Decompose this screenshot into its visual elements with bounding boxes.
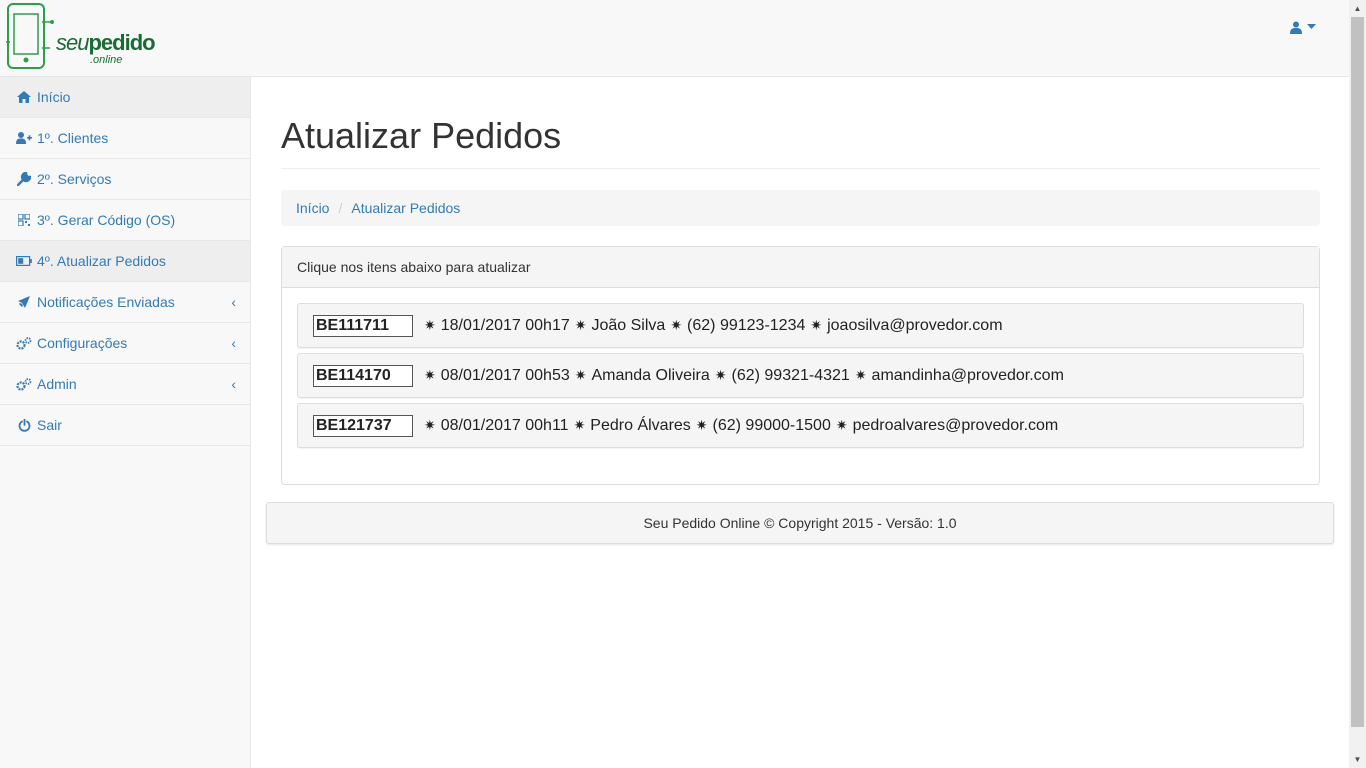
gears-icon: [16, 377, 32, 391]
brand-logo-text: seupedido: [56, 30, 156, 56]
asterisk-icon: ✷: [424, 367, 436, 383]
order-item[interactable]: BE111711 ✷ 18/01/2017 00h17 ✷ João Silva…: [297, 303, 1304, 348]
order-datetime: 08/01/2017 00h53: [440, 366, 570, 384]
order-item[interactable]: BE114170 ✷ 08/01/2017 00h53 ✷ Amanda Oli…: [297, 353, 1304, 398]
vertical-scrollbar[interactable]: ▲ ▼: [1349, 0, 1366, 768]
plane-icon: [16, 295, 32, 309]
sidebar-item-label: Sair: [37, 417, 62, 433]
sidebar: Início 1º. Clientes 2º. Serviços 3º. Ger…: [0, 77, 251, 768]
sidebar-item-label: Admin: [37, 376, 77, 392]
asterisk-icon: ✷: [574, 317, 587, 333]
asterisk-icon: ✷: [424, 317, 436, 333]
sidebar-item-clientes[interactable]: 1º. Clientes: [0, 118, 250, 159]
power-icon: [16, 418, 32, 432]
brand-logo-sub: .online: [90, 54, 123, 66]
order-phone: (62) 99321-4321: [731, 366, 850, 384]
sidebar-item-gerar-codigo[interactable]: 3º. Gerar Código (OS): [0, 200, 250, 241]
asterisk-icon: ✷: [835, 417, 848, 433]
order-customer-name: Pedro Álvares: [590, 416, 691, 434]
order-code: BE121737: [313, 414, 413, 437]
sidebar-item-inicio[interactable]: Início: [0, 77, 250, 118]
order-email: amandinha@provedor.com: [871, 366, 1064, 384]
sidebar-item-notificacoes[interactable]: Notificações Enviadas ‹: [0, 282, 250, 323]
sidebar-item-label: 1º. Clientes: [37, 130, 109, 146]
sidebar-item-label: 2º. Serviços: [37, 171, 112, 187]
chevron-left-icon: ‹: [231, 294, 236, 310]
order-phone: (62) 99123-1234: [687, 316, 806, 334]
page-title: Atualizar Pedidos: [281, 115, 1320, 169]
breadcrumb-current-link[interactable]: Atualizar Pedidos: [351, 200, 460, 216]
sidebar-item-label: 4º. Atualizar Pedidos: [37, 253, 166, 269]
sidebar-item-sair[interactable]: Sair: [0, 405, 250, 446]
order-phone: (62) 99000-1500: [712, 416, 831, 434]
gears-icon: [16, 336, 32, 350]
breadcrumb-home-link[interactable]: Início: [296, 200, 329, 216]
user-plus-icon: [16, 131, 32, 145]
order-customer-name: Amanda Oliveira: [591, 366, 710, 384]
sidebar-item-atualizar-pedidos[interactable]: 4º. Atualizar Pedidos: [0, 241, 250, 282]
order-email: pedroalvares@provedor.com: [852, 416, 1059, 434]
sidebar-item-label: Início: [37, 89, 71, 105]
asterisk-icon: ✷: [573, 417, 586, 433]
scroll-down-arrow-icon[interactable]: ▼: [1349, 751, 1366, 768]
footer: Seu Pedido Online © Copyright 2015 - Ver…: [266, 502, 1334, 544]
sidebar-item-label: Configurações: [37, 335, 128, 351]
order-item[interactable]: BE121737 ✷ 08/01/2017 00h11 ✷ Pedro Álva…: [297, 403, 1304, 448]
asterisk-icon: ✷: [695, 417, 708, 433]
battery-icon: [16, 254, 32, 268]
scrollbar-thumb[interactable]: [1351, 17, 1364, 727]
orders-list: BE111711 ✷ 18/01/2017 00h17 ✷ João Silva…: [282, 288, 1319, 468]
order-code: BE111711: [313, 314, 413, 337]
main-content: Atualizar Pedidos Início / Atualizar Ped…: [281, 77, 1320, 485]
panel-heading: Clique nos itens abaixo para atualizar: [282, 247, 1319, 288]
sidebar-item-label: Notificações Enviadas: [37, 294, 175, 310]
user-icon: [1290, 21, 1302, 34]
asterisk-icon: ✷: [854, 367, 867, 383]
asterisk-icon: ✷: [574, 367, 587, 383]
order-code: BE114170: [313, 364, 413, 387]
brand-pedido: pedido: [88, 30, 155, 55]
home-icon: [16, 90, 32, 104]
brand-seu: seu: [56, 30, 89, 55]
asterisk-icon: ✷: [670, 317, 683, 333]
chevron-left-icon: ‹: [231, 335, 236, 351]
breadcrumb: Início / Atualizar Pedidos: [281, 190, 1320, 226]
wrench-icon: [16, 172, 32, 186]
sidebar-item-admin[interactable]: Admin ‹: [0, 364, 250, 405]
asterisk-icon: ✷: [714, 367, 727, 383]
caret-down-icon: [1307, 24, 1316, 29]
user-menu-dropdown[interactable]: [1290, 18, 1316, 36]
chevron-left-icon: ‹: [231, 376, 236, 392]
orders-panel: Clique nos itens abaixo para atualizar B…: [281, 246, 1320, 485]
sidebar-item-servicos[interactable]: 2º. Serviços: [0, 159, 250, 200]
breadcrumb-separator: /: [338, 200, 343, 216]
asterisk-icon: ✷: [810, 317, 823, 333]
qrcode-icon: [16, 213, 32, 227]
scroll-up-arrow-icon[interactable]: ▲: [1349, 0, 1366, 17]
top-navbar: seupedido .online: [0, 0, 1349, 77]
order-email: joaosilva@provedor.com: [827, 316, 1003, 334]
sidebar-item-configuracoes[interactable]: Configurações ‹: [0, 323, 250, 364]
asterisk-icon: ✷: [424, 417, 436, 433]
order-datetime: 08/01/2017 00h11: [440, 416, 569, 434]
order-datetime: 18/01/2017 00h17: [440, 316, 570, 334]
order-customer-name: João Silva: [591, 316, 666, 334]
brand-logo[interactable]: seupedido .online: [4, 2, 156, 72]
sidebar-item-label: 3º. Gerar Código (OS): [37, 212, 176, 228]
